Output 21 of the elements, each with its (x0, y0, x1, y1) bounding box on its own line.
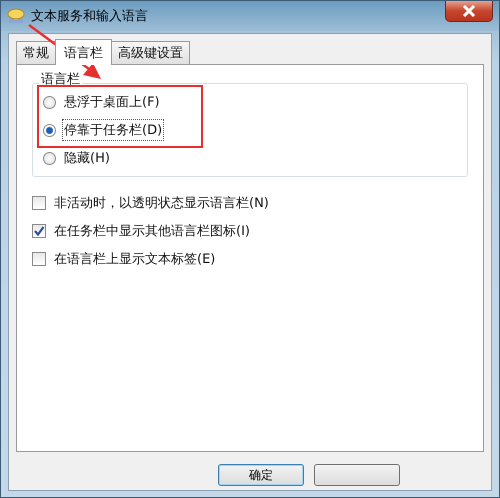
checkbox[interactable] (32, 252, 46, 266)
radio-label: 停靠于任务栏(D) (62, 119, 164, 141)
ok-button[interactable]: 确定 (218, 464, 304, 486)
checkbox-label: 在任务栏中显示其他语言栏图标(I) (53, 223, 251, 241)
tab[interactable]: 语言栏 (55, 39, 112, 65)
dialog-button[interactable] (314, 464, 400, 486)
tab[interactable]: 高级键设置 (111, 41, 190, 64)
checkbox-label: 在语言栏上显示文本标签(E) (53, 251, 216, 269)
checkbox[interactable] (32, 224, 46, 238)
radio-label: 隐藏(H) (63, 150, 111, 168)
speech-bubble-icon (7, 8, 25, 24)
close-icon (462, 5, 476, 17)
checkbox[interactable] (32, 196, 46, 210)
radio-button[interactable] (43, 124, 56, 136)
checkbox-label: 非活动时，以透明状态显示语言栏(N) (53, 195, 270, 213)
tab[interactable]: 常规 (16, 41, 56, 64)
radio-button[interactable] (43, 152, 56, 164)
close-button[interactable] (445, 1, 493, 22)
radio-button[interactable] (43, 96, 56, 108)
window-title: 文本服务和输入语言 (31, 8, 148, 25)
radio-label: 悬浮于桌面上(F) (63, 94, 161, 112)
